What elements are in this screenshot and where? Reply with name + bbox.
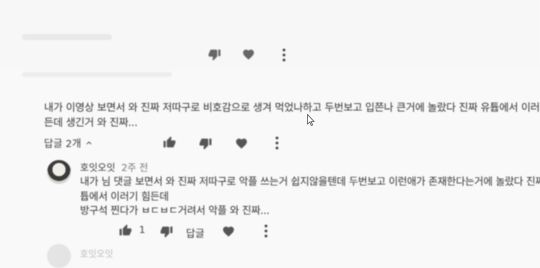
heart-icon[interactable] [222,225,235,238]
heart-icon[interactable] [235,137,248,150]
comment-text: 내가 이영상 보면서 와 진짜 저따구로 비호감으로 생겨 먹었나하고 두번보고… [44,101,540,131]
previous-comment-area [0,0,540,70]
like-count: 1 [139,225,146,236]
thumb-up-icon[interactable] [163,136,176,149]
chevron-up-icon[interactable] [84,138,94,148]
more-vert-icon[interactable] [281,48,287,62]
more-vert-icon[interactable] [263,224,269,238]
heart-icon[interactable] [242,48,255,61]
thumb-down-icon[interactable] [208,48,221,61]
reply-text-line: 튭에서 이러기 힘든데 [80,191,169,203]
more-vert-icon[interactable] [274,136,280,150]
replies-count-label[interactable]: 답글 2개 [44,135,81,150]
reply-text: 내가 님 댓글 보면서 와 진짜 저따구로 악플 쓰는거 쉽지않을텐데 두번보고… [80,176,540,220]
reply-button[interactable]: 답글 [186,225,204,240]
avatar[interactable] [47,244,71,268]
avatar[interactable] [47,160,71,184]
reply-text-line: 내가 님 댓글 보면서 와 진짜 저따구로 악플 쓰는거 쉽지않을텐데 두번보고… [80,177,540,188]
faded-text [22,34,112,40]
reply-header: 호잇오잇 2주 전 [80,160,148,174]
author-name[interactable]: 호잇오잇 [80,247,113,260]
mouse-cursor-icon [307,114,315,126]
thumb-down-icon[interactable] [160,225,173,238]
thumb-down-icon[interactable] [199,137,212,150]
reply-text-line: 방구석 찐다가 ㅂㄷㅂㄷ거려서 악플 와 진짜... [80,206,270,217]
comment-text-line: 든데 생긴거 와 진짜... [44,117,138,129]
timestamp[interactable]: 2주 전 [121,160,148,174]
thumb-up-icon[interactable] [119,224,132,237]
author-name[interactable]: 호잇오잇 [80,160,115,174]
comment-text-line: 내가 이영상 보면서 와 진짜 저따구로 비호감으로 생겨 먹었나하고 두번보고… [44,102,540,114]
faded-text [22,72,172,77]
replies-toggle[interactable]: 답글 2개 [44,135,94,150]
